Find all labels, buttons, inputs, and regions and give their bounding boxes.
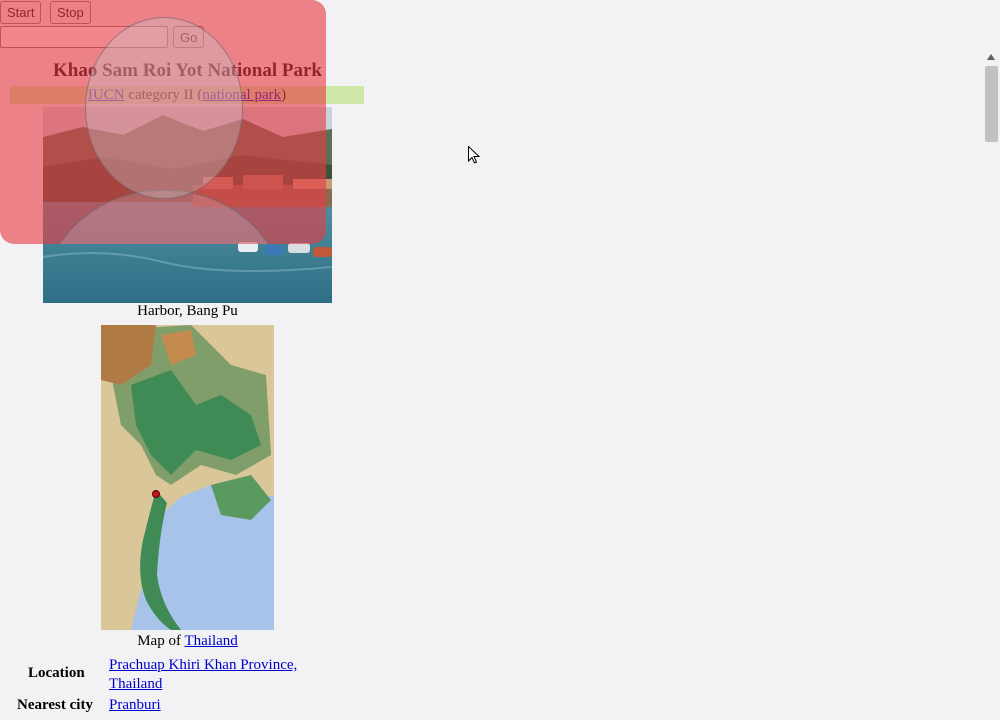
harbor-photo[interactable]	[43, 107, 332, 303]
location-label: Location	[28, 665, 85, 681]
mouse-cursor-icon	[468, 145, 481, 169]
scroll-up-arrow-icon[interactable]	[987, 54, 995, 60]
scroll-thumb[interactable]	[985, 66, 998, 142]
park-title: Khao Sam Roi Yot National Park	[52, 60, 322, 81]
stop-button[interactable]: Stop	[50, 1, 91, 24]
location-link-line2[interactable]: Thailand	[109, 676, 162, 692]
location-link-line1[interactable]: Prachuap Khiri Khan Province,	[109, 657, 297, 673]
go-button[interactable]: Go	[173, 26, 205, 48]
iucn-close-paren: )	[281, 87, 287, 103]
thailand-link[interactable]: Thailand	[184, 633, 237, 649]
map-caption: Map of Thailand	[10, 633, 365, 650]
iucn-category-text: category II (	[124, 87, 203, 103]
pranburi-link[interactable]: Pranburi	[109, 697, 161, 713]
url-input[interactable]	[0, 26, 168, 48]
vertical-scrollbar[interactable]	[983, 50, 1000, 720]
nearest-city-label: Nearest city	[17, 697, 93, 713]
thailand-map[interactable]	[101, 325, 274, 630]
photo-caption: Harbor, Bang Pu	[137, 303, 238, 319]
location-value: Prachuap Khiri Khan Province, Thailand	[109, 656, 297, 694]
browser-page: Khao Sam Roi Yot National Park IUCN cate…	[0, 0, 1000, 720]
iucn-link[interactable]: IUCN	[88, 87, 125, 103]
map-caption-prefix: Map of	[137, 633, 185, 649]
start-button[interactable]: Start	[0, 1, 42, 24]
national-park-link[interactable]: national park	[202, 87, 281, 103]
nearest-city-value: Pranburi	[109, 696, 161, 715]
iucn-category-bar: IUCN category II (national park)	[10, 86, 364, 104]
